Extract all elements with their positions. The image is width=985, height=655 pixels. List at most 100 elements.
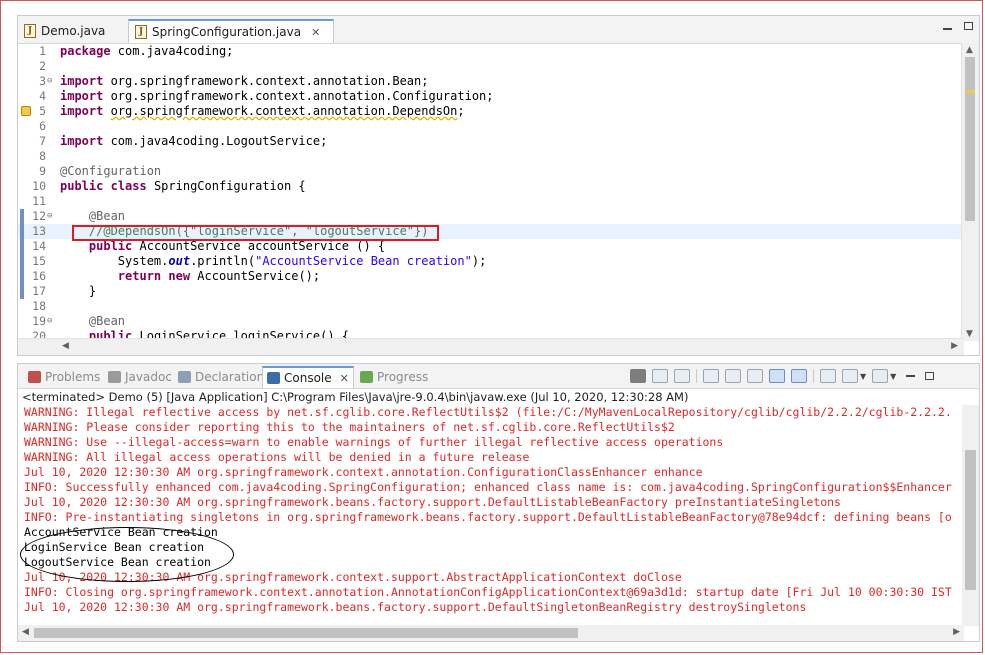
- open-console-icon[interactable]: [872, 369, 889, 383]
- line-number: 2: [39, 59, 46, 73]
- scroll-up-icon[interactable]: ▲: [966, 45, 973, 55]
- line-number: 9: [39, 164, 46, 178]
- tab-label: Declaration: [195, 370, 265, 384]
- tab-label: Javadoc: [125, 370, 172, 384]
- fold-toggle-icon[interactable]: ⊖: [47, 314, 52, 329]
- code-line[interactable]: 18: [18, 299, 964, 314]
- remove-launch-icon[interactable]: [652, 369, 668, 383]
- code-text: @Bean: [88, 314, 126, 328]
- code-text: import org.springframework.context.annot…: [60, 104, 465, 118]
- close-icon[interactable]: ✕: [340, 372, 349, 385]
- console-icon: [267, 372, 280, 384]
- code-line[interactable]: 10 public class SpringConfiguration {: [18, 179, 964, 194]
- close-icon[interactable]: ✕: [311, 26, 320, 39]
- console-line: INFO: Closing org.springframework.contex…: [24, 585, 952, 599]
- scroll-down-icon[interactable]: ▼: [966, 329, 973, 339]
- code-text: package com.java4coding;: [60, 44, 234, 58]
- remove-all-terminated-icon[interactable]: [674, 369, 690, 383]
- maximize-icon[interactable]: [964, 22, 973, 30]
- scroll-right-icon[interactable]: ▶: [953, 627, 960, 637]
- code-line[interactable]: 3 ⊖ import org.springframework.context.ann…: [18, 74, 964, 89]
- line-number: 15: [32, 254, 46, 268]
- code-text: import com.java4coding.LogoutService;: [60, 134, 328, 148]
- scroll-lock-icon[interactable]: [725, 369, 741, 383]
- scroll-thumb[interactable]: [965, 450, 976, 590]
- code-line[interactable]: 5 import org.springframework.context.anno…: [18, 104, 964, 119]
- console-line: Jul 10, 2020 12:30:30 AM org.springframe…: [24, 495, 841, 509]
- code-line[interactable]: 7 import com.java4coding.LogoutService;: [18, 134, 964, 149]
- code-line[interactable]: 19 ⊖ @Bean: [18, 314, 964, 329]
- scroll-right-icon[interactable]: ▶: [951, 341, 958, 351]
- code-line[interactable]: 17 }: [18, 284, 964, 299]
- code-line[interactable]: 14 public AccountService accountService …: [18, 239, 964, 254]
- fold-toggle-icon[interactable]: ⊖: [47, 209, 52, 224]
- scroll-left-icon[interactable]: ◀: [22, 627, 29, 637]
- console-toolbar: ▼ ▼: [630, 368, 935, 384]
- line-number: 8: [39, 149, 46, 163]
- editor-horizontal-scrollbar[interactable]: ◀ ▶: [18, 338, 964, 355]
- output-highlight-ellipse: [20, 527, 234, 582]
- code-line[interactable]: 8: [18, 149, 964, 164]
- chevron-down-icon[interactable]: ▼: [860, 372, 866, 381]
- progress-icon: [360, 371, 373, 383]
- window-frame: J Demo.java J SpringConfiguration.java ✕…: [0, 0, 983, 653]
- code-line[interactable]: 4 import org.springframework.context.anno…: [18, 89, 964, 104]
- scroll-left-icon[interactable]: ◀: [62, 341, 69, 351]
- console-horizontal-scrollbar[interactable]: ◀ ▶: [18, 625, 964, 641]
- pin-console-icon[interactable]: [820, 369, 836, 383]
- code-line[interactable]: 2: [18, 59, 964, 74]
- editor-tab-bar: J Demo.java J SpringConfiguration.java ✕: [18, 16, 979, 44]
- code-text: public AccountService accountService () …: [88, 239, 386, 253]
- code-line[interactable]: 16 return new AccountService();: [18, 269, 964, 284]
- line-number: 16: [32, 269, 46, 283]
- display-selected-console-icon[interactable]: [842, 369, 858, 383]
- code-line[interactable]: 9 @Configuration: [18, 164, 964, 179]
- minimize-icon[interactable]: [906, 375, 916, 377]
- tab-springconfiguration-java[interactable]: J SpringConfiguration.java ✕: [128, 19, 334, 43]
- tab-problems[interactable]: Problems: [24, 366, 104, 388]
- code-area[interactable]: 1 package com.java4coding; 2 3 ⊖ import org.s…: [18, 43, 964, 341]
- editor-window-buttons: [943, 22, 973, 30]
- code-editor: J Demo.java J SpringConfiguration.java ✕…: [17, 15, 980, 356]
- tab-progress[interactable]: Progress: [356, 366, 432, 388]
- show-on-stderr-icon[interactable]: [791, 369, 807, 383]
- line-number: 4: [39, 89, 46, 103]
- code-text: @Bean: [88, 209, 126, 223]
- line-number: 7: [39, 134, 46, 148]
- declaration-icon: [178, 371, 191, 383]
- code-line[interactable]: 6: [18, 119, 964, 134]
- code-line[interactable]: 1 package com.java4coding;: [18, 44, 964, 59]
- scroll-thumb[interactable]: [34, 628, 578, 638]
- highlight-box: [72, 225, 439, 241]
- minimize-icon[interactable]: [943, 28, 952, 30]
- tab-console[interactable]: Console ✕: [262, 366, 354, 388]
- tab-label: Demo.java: [41, 24, 106, 38]
- java-file-icon: J: [24, 24, 36, 38]
- line-number: 13: [32, 224, 46, 238]
- scroll-thumb[interactable]: [965, 57, 975, 221]
- line-number: 10: [32, 179, 46, 193]
- chevron-down-icon[interactable]: ▼: [890, 372, 896, 381]
- line-number: 19: [32, 314, 46, 328]
- console-vertical-scrollbar[interactable]: [962, 405, 979, 626]
- warning-ruler-marker[interactable]: [966, 90, 975, 93]
- tab-javadoc[interactable]: Javadoc: [104, 366, 176, 388]
- editor-vertical-scrollbar[interactable]: ▲ ▼: [961, 43, 979, 341]
- word-wrap-icon[interactable]: [747, 369, 763, 383]
- terminate-icon[interactable]: [630, 369, 646, 383]
- tab-demo-java[interactable]: J Demo.java: [18, 19, 126, 43]
- code-line[interactable]: 15 System.out.println("AccountService Be…: [18, 254, 964, 269]
- fold-toggle-icon[interactable]: ⊖: [47, 74, 52, 89]
- code-text: import org.springframework.context.annot…: [60, 74, 429, 88]
- clear-console-icon[interactable]: [703, 369, 719, 383]
- show-on-stdout-icon[interactable]: [769, 369, 785, 383]
- console-line: WARNING: Please consider reporting this …: [24, 420, 675, 434]
- console-line: WARNING: All illegal access operations w…: [24, 450, 530, 464]
- toolbar-separator: [696, 369, 697, 383]
- launch-status: <terminated> Demo (5) [Java Application]…: [22, 390, 689, 404]
- code-line[interactable]: 11: [18, 194, 964, 209]
- code-line[interactable]: 12 ⊖ @Bean: [18, 209, 964, 224]
- tab-declaration[interactable]: Declaration: [174, 366, 268, 388]
- maximize-icon[interactable]: [925, 372, 935, 380]
- console-output[interactable]: WARNING: Illegal reflective access by ne…: [24, 405, 962, 627]
